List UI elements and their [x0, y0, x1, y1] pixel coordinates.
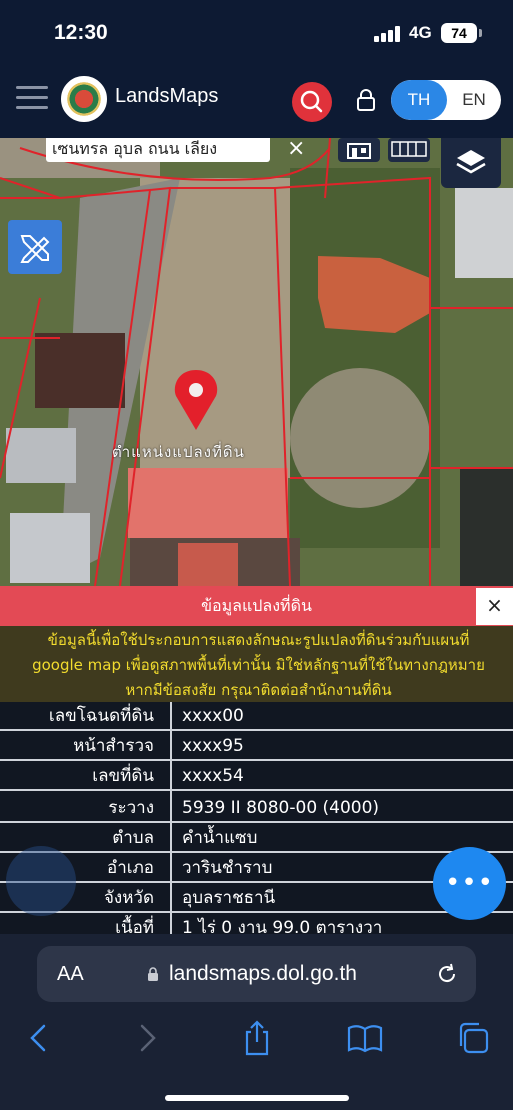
reader-aa-button[interactable]: AA	[57, 946, 84, 1002]
notice-line: google map เพื่อดูสภาพพื้นที่เท่านั้น มิ…	[32, 656, 485, 674]
more-dots-icon: •••	[444, 868, 494, 898]
language-toggle[interactable]: TH EN	[391, 80, 501, 120]
search-button[interactable]	[292, 82, 332, 122]
row-value: 1 ไร่ 0 งาน 99.0 ตารางวา	[182, 918, 383, 936]
row-value: 5939 II 8080-00 (4000)	[182, 798, 380, 818]
parcel-label: ตำแหน่งแปลงที่ดิน	[112, 443, 245, 461]
signal-icon	[374, 26, 402, 42]
panel-header: ข้อมูลแปลงที่ดิน	[0, 586, 513, 626]
grid-svg	[391, 141, 427, 157]
app-header: LandsMaps TH EN	[0, 66, 513, 138]
row-value: คำน้ำแซบ	[182, 828, 258, 848]
table-row: หน้าสำรวจ xxxx95	[0, 732, 513, 761]
network-label: 4G	[409, 23, 432, 42]
panel-close-button[interactable]: ×	[476, 588, 513, 625]
row-value: อุบลราชธานี	[182, 888, 276, 908]
browser-toolbar: AA landsmaps.dol.go.th	[0, 934, 513, 1110]
panel-title: ข้อมูลแปลงที่ดิน	[201, 596, 312, 615]
bookmarks-icon[interactable]	[345, 1018, 385, 1058]
address-bar[interactable]: AA landsmaps.dol.go.th	[37, 946, 476, 1002]
lang-th-button[interactable]: TH	[391, 80, 447, 120]
layers-icon	[456, 150, 486, 174]
search-icon	[300, 90, 323, 113]
map-search-chip[interactable]: เซนทรล อุบล ถนน เลียง	[46, 138, 270, 162]
grid-icon[interactable]	[388, 138, 430, 162]
layers-button[interactable]	[441, 138, 501, 188]
table-row: เลขที่ดิน xxxx54	[0, 762, 513, 791]
lang-en-button[interactable]: EN	[447, 80, 501, 120]
dol-logo	[61, 76, 107, 122]
row-value: xxxx95	[182, 736, 244, 756]
hamburger-icon[interactable]	[16, 86, 48, 110]
building-svg	[347, 143, 371, 159]
row-key: เลขโฉนดที่ดิน	[48, 706, 154, 726]
row-value: xxxx54	[182, 766, 244, 786]
row-value: วารินชำราบ	[182, 858, 273, 878]
share-icon[interactable]	[237, 1018, 277, 1058]
edit-tool-button[interactable]	[8, 220, 62, 274]
row-key: ระวาง	[108, 798, 154, 818]
more-options-button[interactable]: •••	[433, 847, 506, 920]
notice-line: ข้อมูลนี้เพื่อใช้ประกอบการแสดงลักษณะรูปแ…	[47, 631, 470, 649]
home-indicator	[165, 1095, 349, 1101]
forward-icon[interactable]	[128, 1018, 168, 1058]
building-icon[interactable]	[338, 138, 380, 162]
row-value: xxxx00	[182, 706, 244, 726]
table-row: ระวาง 5939 II 8080-00 (4000)	[0, 794, 513, 823]
battery-nub	[479, 29, 482, 37]
tabs-icon[interactable]	[453, 1018, 493, 1058]
back-icon[interactable]	[18, 1018, 58, 1058]
column-divider	[170, 702, 172, 936]
reload-icon[interactable]	[435, 962, 459, 986]
row-key: หน้าสำรวจ	[73, 736, 154, 756]
notice-line: หากมีข้อสงสัย กรุณาติดต่อสำนักงานที่ดิน	[125, 681, 392, 699]
satellite-map[interactable]: เซนทรล อุบล ถนน เลียง × ตำแหน่งแปลงที่ดิ…	[0, 138, 513, 586]
status-bar: 12:30 4G 74	[0, 0, 513, 66]
chip-close-icon[interactable]: ×	[287, 138, 305, 161]
disclaimer-notice: ข้อมูลนี้เพื่อใช้ประกอบการแสดงลักษณะรูปแ…	[0, 626, 513, 702]
row-key: ตำบล	[112, 828, 154, 848]
lock-icon[interactable]	[356, 88, 376, 112]
secure-lock-icon	[148, 967, 158, 981]
row-key: เลขที่ดิน	[92, 766, 154, 786]
battery-icon: 74	[441, 23, 477, 43]
table-row: เลขโฉนดที่ดิน xxxx00	[0, 702, 513, 731]
url-text: landsmaps.dol.go.th	[169, 962, 357, 985]
map-imagery	[0, 138, 513, 586]
row-key: เนื้อที่	[115, 918, 154, 936]
secondary-map-button[interactable]	[6, 846, 76, 916]
status-time: 12:30	[54, 21, 108, 44]
brand-title: LandsMaps	[115, 85, 219, 107]
pencil-ruler-icon	[20, 235, 50, 263]
